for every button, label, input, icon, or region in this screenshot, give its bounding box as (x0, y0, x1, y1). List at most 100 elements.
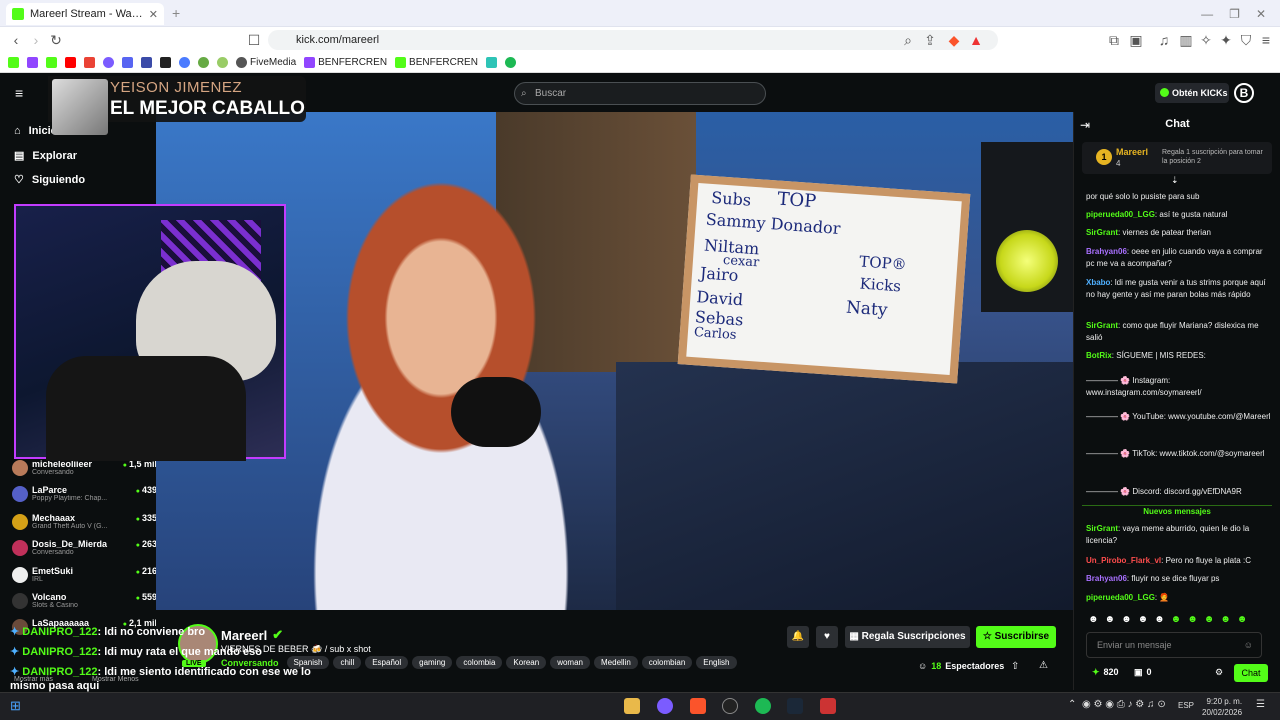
grid-bookmark-icon[interactable] (122, 57, 133, 68)
subscribe-button[interactable]: ☆ Suscribirse (976, 626, 1056, 648)
emote-icon[interactable]: ☻ (1171, 614, 1182, 625)
tv-bookmark-icon[interactable] (485, 57, 497, 68)
get-kicks-button[interactable]: Obtén KICKs (1155, 83, 1229, 103)
video-player[interactable]: Subs TOP Sammy Donador Niltam cexar Jair… (156, 112, 1073, 610)
zoom-icon[interactable]: ⌕ (900, 32, 916, 48)
gmail-bookmark-icon[interactable] (84, 57, 95, 68)
notification-bell-button[interactable]: 🔔 (787, 626, 809, 648)
spotify-icon[interactable] (755, 698, 771, 714)
app-icon[interactable] (820, 698, 836, 714)
settings-icon[interactable]: ⚙ (1215, 667, 1223, 678)
channel-item[interactable]: Dosis_De_MierdaConversando 263 (12, 539, 157, 565)
ai-icon[interactable]: ✦ (1218, 32, 1234, 48)
language-indicator[interactable]: ESP (1178, 701, 1194, 710)
wallet-icon[interactable]: ▣ (1128, 32, 1144, 48)
steam-icon[interactable] (787, 698, 803, 714)
rewards-icon[interactable]: ▲ (968, 32, 984, 48)
windows-start-icon[interactable]: ⊞ (10, 698, 21, 714)
file-explorer-icon[interactable] (624, 698, 640, 714)
tag-chip[interactable]: Medellin (594, 656, 638, 669)
vpn-icon[interactable]: ⛉ (1238, 32, 1254, 48)
browser-tab[interactable]: Mareerl Stream - Watch Live on ✕ (6, 3, 164, 25)
tag-chip[interactable]: colombian (641, 656, 693, 669)
clock[interactable]: 9:20 p. m. 20/02/2026 (1202, 696, 1242, 718)
chat-user[interactable]: piperueda00_LGG (1086, 593, 1155, 602)
circle-bookmark-icon[interactable] (103, 57, 114, 68)
menu-icon[interactable]: ≡ (1258, 32, 1274, 48)
close-window-icon[interactable]: ✕ (1256, 7, 1266, 21)
kick-bookmark-icon-2[interactable] (46, 57, 57, 68)
chat-user[interactable]: Brahyan06 (1086, 247, 1127, 256)
web-bookmark-icon[interactable] (198, 57, 209, 68)
tag-chip[interactable]: woman (550, 656, 590, 669)
chat-user[interactable]: SirGrant (1086, 524, 1118, 533)
emote-icon[interactable]: ☻ (1088, 614, 1099, 625)
channel-item[interactable]: LaParcePoppy Playtime: Chap... 439 (12, 485, 157, 511)
reload-icon[interactable]: ↻ (48, 32, 64, 48)
emote-icon[interactable]: ☻ (1121, 614, 1132, 625)
chat-user[interactable]: SirGrant (1086, 228, 1118, 237)
emote-icon[interactable]: ☻ (1220, 614, 1231, 625)
chat-user[interactable]: BotRix (1086, 351, 1112, 360)
channel-item[interactable]: micheleoliieerConversando1,5 mil (12, 459, 157, 485)
extensions-icon[interactable]: ⧉ (1106, 32, 1122, 48)
sidebar-toggle-icon[interactable]: ▥ (1178, 32, 1194, 48)
dot-bookmark-icon[interactable] (179, 57, 190, 68)
share-icon[interactable]: ⇧ (1011, 661, 1019, 672)
emote-icon[interactable]: ☻ (1138, 614, 1149, 625)
chat-user[interactable]: Brahyan06 (1086, 574, 1127, 583)
close-tab-icon[interactable]: ✕ (149, 8, 158, 21)
report-icon[interactable]: ⚠ (1039, 660, 1048, 671)
download-bookmark-icon[interactable] (160, 57, 171, 68)
chat-user[interactable]: SirGrant (1086, 321, 1118, 330)
tag-chip[interactable]: colombia (456, 656, 503, 669)
emote-icon[interactable]: ☻ (1154, 614, 1165, 625)
obs-icon[interactable] (722, 698, 738, 714)
back-icon[interactable]: ‹ (8, 32, 24, 48)
nav-explore[interactable]: ▤ Explorar (14, 149, 77, 163)
tag-chip[interactable]: Español (365, 656, 409, 669)
points-balance[interactable]: ▣ 0 (1134, 667, 1152, 678)
scroll-down-icon[interactable]: ⇣ (1171, 175, 1179, 186)
emote-icon[interactable]: ☻ (1105, 614, 1116, 625)
leo-icon[interactable]: ✧ (1198, 32, 1214, 48)
kicks-balance[interactable]: ✦ 820 (1092, 667, 1119, 678)
chat-user[interactable]: piperueda00_LGG (1086, 210, 1155, 219)
channel-item[interactable]: EmetSukiIRL 216 (12, 566, 157, 592)
share-icon[interactable]: ⇪ (922, 32, 938, 48)
follow-heart-button[interactable]: ♥ (816, 626, 838, 648)
user-avatar[interactable]: B (1234, 83, 1254, 103)
tray-icons[interactable]: ◉ ⚙ ◉ ⎙ ♪ ⚙ ♫ ⊙ (1082, 699, 1166, 710)
search-input[interactable]: ⌕ Buscar (514, 82, 766, 105)
channel-item[interactable]: MechaaaxGrand Theft Auto V (G... 335 (12, 513, 157, 539)
bookmark-benfercren-twitch[interactable]: BENFERCREN (304, 57, 387, 68)
brave-shield-icon[interactable]: ◆ (946, 32, 962, 48)
send-chat-button[interactable]: Chat (1234, 664, 1268, 682)
emote-icon[interactable]: ☻ (1237, 614, 1248, 625)
tag-chip[interactable]: gaming (412, 656, 453, 669)
notifications-icon[interactable]: ☰ (1256, 699, 1265, 710)
emote-icon[interactable]: ☻ (1187, 614, 1198, 625)
tray-overflow-icon[interactable]: ⌃ (1068, 699, 1076, 710)
emoji-icon[interactable]: ☺ (1244, 633, 1253, 657)
twitch-bookmark-icon[interactable] (27, 57, 38, 68)
channel-name[interactable]: Mareerl (221, 628, 267, 643)
bookmark-fivemedia[interactable]: FiveMedia (236, 57, 296, 68)
face-bookmark-icon[interactable] (217, 57, 228, 68)
restore-icon[interactable]: ❐ (1229, 7, 1240, 21)
tag-chip[interactable]: Korean (506, 656, 547, 669)
new-tab-icon[interactable]: + (172, 5, 180, 21)
nav-home[interactable]: ⌂ Inicio (14, 125, 57, 137)
music-icon[interactable]: ♫ (1156, 32, 1172, 48)
brave-icon[interactable] (690, 698, 706, 714)
chat-user[interactable]: Un_Pirobo_Flark_vl (1086, 556, 1161, 565)
tag-chip[interactable]: English (696, 656, 737, 669)
chat-input[interactable]: Enviar un mensaje ☺ (1086, 632, 1262, 658)
kick-bookmark-icon[interactable] (8, 57, 19, 68)
nav-following[interactable]: ♡ Siguiendo (14, 173, 85, 187)
url-field[interactable]: kick.com/mareerl (268, 30, 998, 50)
spotify-bookmark-icon[interactable] (504, 57, 516, 68)
bookmark-icon[interactable]: ☐ (246, 32, 262, 48)
minimize-icon[interactable]: — (1201, 7, 1213, 21)
tag-chip[interactable]: chill (333, 656, 362, 669)
